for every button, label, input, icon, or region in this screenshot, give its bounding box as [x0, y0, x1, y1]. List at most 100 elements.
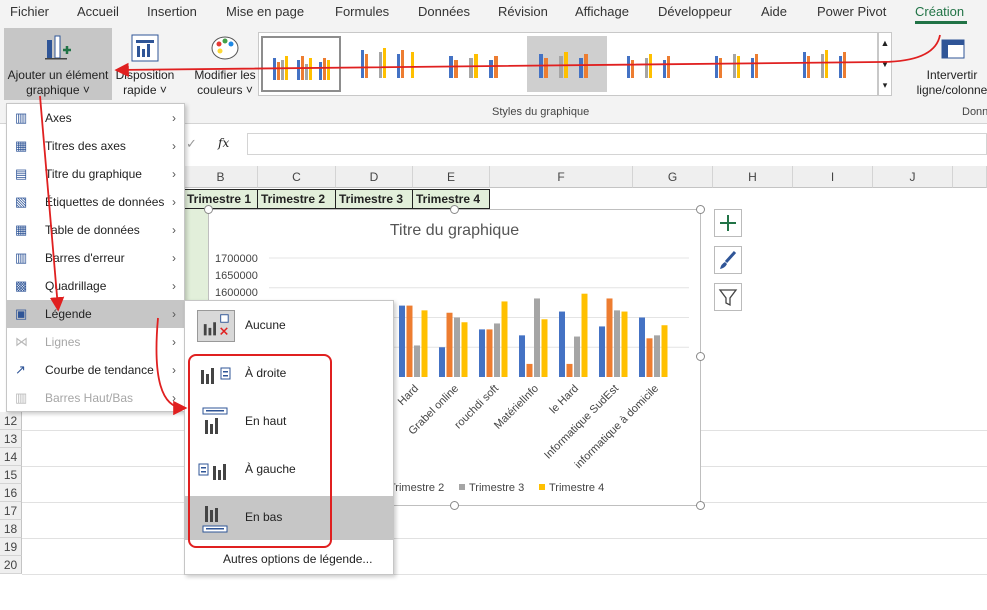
submenu-arrow-icon: ›	[172, 223, 176, 237]
chart-elements-button[interactable]	[714, 209, 742, 237]
bar	[494, 323, 500, 377]
chart-styles-button[interactable]	[714, 246, 742, 274]
column-header-c[interactable]: C	[258, 166, 336, 188]
tab-mise-en-page[interactable]: Mise en page	[226, 4, 304, 19]
row-header-15[interactable]: 15	[0, 466, 22, 484]
chart-style-6[interactable]	[703, 36, 783, 92]
gallery-up-arrow-icon[interactable]: ▲	[879, 33, 891, 54]
cell-trimestre-1[interactable]: Trimestre 1	[184, 189, 258, 209]
tab-insertion[interactable]: Insertion	[147, 4, 197, 19]
menu-item-gridlines[interactable]: ▩ Quadrillage ›	[7, 272, 184, 300]
column-header-f[interactable]: F	[490, 166, 633, 188]
tab-creation[interactable]: Création	[915, 4, 964, 19]
quick-layout-label: Disposition	[115, 68, 175, 82]
legend-option-left[interactable]: À gauche	[185, 448, 393, 492]
x-tick-label: informatique à domicile	[573, 383, 661, 471]
tab-donnees[interactable]: Données	[418, 4, 470, 19]
column-header-g[interactable]: G	[633, 166, 713, 188]
legend-option-none[interactable]: Aucune	[185, 304, 393, 348]
row-header-14[interactable]: 14	[0, 448, 22, 466]
confirm-icon[interactable]: ✓	[186, 136, 197, 152]
chart-filters-button[interactable]	[714, 283, 742, 311]
fx-icon[interactable]: fx	[218, 136, 229, 150]
tab-affichage[interactable]: Affichage	[575, 4, 629, 19]
tab-developpeur[interactable]: Développeur	[658, 4, 732, 19]
resize-handle[interactable]	[450, 205, 459, 214]
add-chart-element-button[interactable]: Ajouter un élément graphique ˅	[4, 28, 112, 100]
chart-style-1[interactable]	[261, 36, 341, 92]
cell-trimestre-2[interactable]: Trimestre 2	[258, 189, 336, 209]
resize-handle[interactable]	[204, 205, 213, 214]
cell-trimestre-3[interactable]: Trimestre 3	[336, 189, 413, 209]
legend-option-top[interactable]: En haut	[185, 400, 393, 444]
resize-handle[interactable]	[450, 501, 459, 510]
switch-row-column-label: Intervertir	[926, 68, 978, 82]
resize-handle[interactable]	[696, 501, 705, 510]
add-chart-element-label: Ajouter un élément	[7, 68, 109, 82]
row-header-16[interactable]: 16	[0, 484, 22, 502]
chart-style-thumbnail-icon	[627, 54, 670, 78]
column-header-d[interactable]: D	[336, 166, 413, 188]
bar	[646, 338, 653, 377]
tab-formules[interactable]: Formules	[335, 4, 389, 19]
legend-option-label: À gauche	[245, 462, 296, 476]
chart-style-3[interactable]	[437, 36, 517, 92]
tab-aide[interactable]: Aide	[761, 4, 787, 19]
chart-style-2[interactable]	[349, 36, 429, 92]
gallery-more-icon[interactable]: ▾	[879, 75, 891, 95]
legend-option-bottom[interactable]: En bas	[185, 496, 393, 540]
column-header-b[interactable]: B	[184, 166, 258, 188]
axes-icon: ▥	[15, 110, 28, 125]
more-legend-options[interactable]: Autres options de légende...	[223, 552, 372, 566]
resize-handle[interactable]	[696, 352, 705, 361]
bar	[534, 298, 540, 377]
change-colors-button[interactable]: Modifier les couleurs ˅	[188, 28, 262, 100]
chart-style-7[interactable]	[791, 36, 871, 92]
column-header-e[interactable]: E	[413, 166, 490, 188]
row-header-18[interactable]: 18	[0, 520, 22, 538]
row-header-20[interactable]: 20	[0, 556, 22, 574]
tab-fichier[interactable]: Fichier	[10, 4, 49, 19]
column-header-i[interactable]: I	[793, 166, 873, 188]
column-header-j[interactable]: J	[873, 166, 953, 188]
data-group-label: Donn	[962, 106, 987, 118]
column-header-h[interactable]: H	[713, 166, 793, 188]
menu-item-data-table[interactable]: ▦ Table de données ›	[7, 216, 184, 244]
chart-style-5[interactable]	[615, 36, 695, 92]
row-header-17[interactable]: 17	[0, 502, 22, 520]
column-header-k[interactable]	[953, 166, 987, 188]
submenu-arrow-icon: ›	[172, 195, 176, 209]
bar	[566, 363, 573, 377]
menu-item-data-labels[interactable]: ▧ Étiquettes de données ›	[7, 188, 184, 216]
bar	[399, 305, 405, 377]
quick-layout-button[interactable]: Disposition rapide ˅	[112, 28, 178, 100]
menu-item-trendline[interactable]: ↗ Courbe de tendance ›	[7, 356, 184, 384]
tab-revision[interactable]: Révision	[498, 4, 548, 19]
menu-item-axis-titles[interactable]: ▦ Titres des axes ›	[7, 132, 184, 160]
bar	[479, 329, 485, 377]
x-tick-label: Informatique SudEst	[542, 383, 621, 462]
x-tick-label: Hard	[396, 383, 421, 408]
row-header-12[interactable]: 12	[0, 412, 22, 430]
chart-style-thumbnail-icon	[715, 54, 758, 78]
row-header-19[interactable]: 19	[0, 538, 22, 556]
menu-item-chart-title[interactable]: ▤ Titre du graphique ›	[7, 160, 184, 188]
row-header-13[interactable]: 13	[0, 430, 22, 448]
menu-item-axes[interactable]: ▥ Axes ›	[7, 104, 184, 132]
gallery-down-arrow-icon[interactable]: ▼	[879, 54, 891, 75]
formula-input[interactable]	[247, 133, 987, 155]
menu-item-error-bars[interactable]: ▥ Barres d'erreur ›	[7, 244, 184, 272]
bar	[461, 322, 468, 377]
switch-row-column-button[interactable]: Intervertir ligne/colonne	[912, 28, 987, 100]
chart-style-4[interactable]	[527, 36, 607, 92]
legend-label: Trimestre 4	[549, 482, 604, 494]
resize-handle[interactable]	[696, 205, 705, 214]
gallery-scroll[interactable]: ▲ ▼ ▾	[878, 32, 892, 96]
tab-accueil[interactable]: Accueil	[77, 4, 119, 19]
menu-item-legend[interactable]: ▣ Légende ›	[7, 300, 184, 328]
menu-item-label: Étiquettes de données	[45, 195, 165, 209]
tab-power-pivot[interactable]: Power Pivot	[817, 4, 886, 19]
legend-option-right[interactable]: À droite	[185, 352, 393, 396]
menu-item-label: Table de données	[45, 223, 140, 237]
bar	[406, 305, 413, 377]
